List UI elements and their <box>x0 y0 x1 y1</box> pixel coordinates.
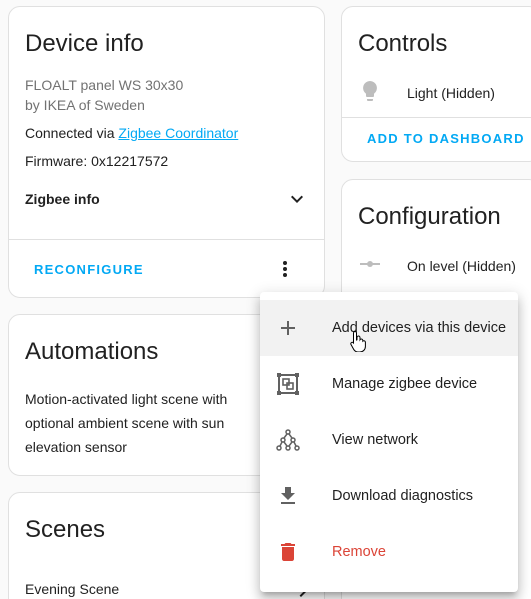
device-info-card: Device info FLOALT panel WS 30x30 by IKE… <box>8 6 325 298</box>
device-actions-menu: Add devices via this device Manage zigbe… <box>260 292 518 592</box>
more-vert-icon[interactable] <box>273 257 297 281</box>
network-icon <box>276 429 300 451</box>
configuration-title: Configuration <box>358 203 501 230</box>
cursor-hand-icon <box>350 330 366 352</box>
menu-item-add-devices[interactable]: Add devices via this device <box>260 300 518 356</box>
device-info-title: Device info <box>25 30 144 57</box>
on-level-entity-row[interactable]: On level (Hidden) <box>342 246 531 286</box>
controls-card: Controls Light (Hidden) ADD TO DASHBOARD <box>341 6 531 162</box>
controls-title: Controls <box>358 30 448 57</box>
device-manufacturer: by IKEA of Sweden <box>25 97 145 113</box>
firmware: Firmware: 0x12217572 <box>25 153 169 169</box>
light-entity-row[interactable]: Light (Hidden) <box>342 73 531 113</box>
delete-icon <box>281 543 295 561</box>
connected-via-prefix: Connected via <box>25 125 119 141</box>
download-icon <box>281 487 295 504</box>
scene-item-label: Evening Scene <box>25 581 120 597</box>
menu-item-manage-zigbee[interactable]: Manage zigbee device <box>260 356 518 412</box>
connected-via: Connected via Zigbee Coordinator <box>25 123 238 143</box>
manage-zigbee-icon <box>277 373 299 395</box>
automation-item-line-3: elevation sensor <box>25 439 127 455</box>
menu-item-label: Manage zigbee device <box>332 376 478 392</box>
automations-title: Automations <box>25 338 159 365</box>
zigbee-coordinator-link[interactable]: Zigbee Coordinator <box>118 125 238 141</box>
menu-item-remove[interactable]: Remove <box>260 524 518 580</box>
controls-divider <box>342 117 531 118</box>
automation-item-line-2: optional ambient scene with sun <box>25 415 225 431</box>
add-to-dashboard-button[interactable]: ADD TO DASHBOARD <box>367 131 525 146</box>
on-level-entity-label: On level (Hidden) <box>407 258 516 274</box>
plus-icon <box>281 321 295 335</box>
menu-item-download-diagnostics[interactable]: Download diagnostics <box>260 468 518 524</box>
menu-item-label: View network <box>332 432 418 448</box>
lightbulb-icon <box>363 81 377 101</box>
slider-icon <box>360 261 380 267</box>
reconfigure-button[interactable]: RECONFIGURE <box>34 262 144 277</box>
zigbee-info-label: Zigbee info <box>25 191 100 207</box>
device-model: FLOALT panel WS 30x30 <box>25 77 184 93</box>
menu-item-view-network[interactable]: View network <box>260 412 518 468</box>
menu-item-label: Remove <box>332 544 386 560</box>
automation-item-line-1: Motion-activated light scene with <box>25 391 228 407</box>
chevron-down-icon <box>291 195 303 203</box>
zigbee-info-expander[interactable]: Zigbee info <box>9 179 326 219</box>
light-entity-label: Light (Hidden) <box>407 85 495 101</box>
device-info-divider <box>9 239 324 240</box>
scenes-title: Scenes <box>25 516 106 543</box>
menu-item-label: Download diagnostics <box>332 488 474 504</box>
